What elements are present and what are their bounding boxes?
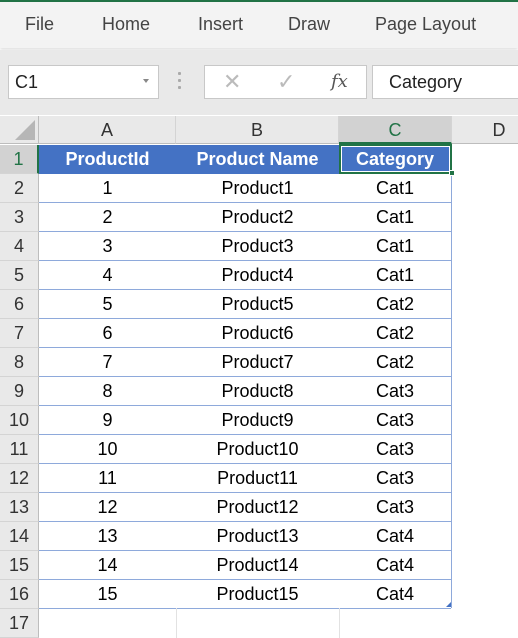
row-header-17[interactable]: 17 [0,609,39,638]
row-header-4[interactable]: 4 [0,232,39,261]
row-header-15[interactable]: 15 [0,551,39,580]
table-header-product-id[interactable]: ProductId [39,145,176,174]
row-header-5[interactable]: 5 [0,261,39,290]
row-header-3[interactable]: 3 [0,203,39,232]
cell-product-id[interactable]: 4 [39,261,176,290]
cell-category[interactable]: Cat3 [339,406,451,435]
tab-page-layout[interactable]: Page Layout [375,14,476,35]
cell-category[interactable]: Cat2 [339,348,451,377]
gridline [339,608,340,638]
tab-draw[interactable]: Draw [288,14,330,35]
row-header-10[interactable]: 10 [0,406,39,435]
chevron-down-icon[interactable] [143,79,149,83]
cell-product-id[interactable]: 12 [39,493,176,522]
drag-handle-icon[interactable] [178,72,182,94]
cell-product-id[interactable]: 7 [39,348,176,377]
row-header-2[interactable]: 2 [0,174,39,203]
table-header-category[interactable]: Category [339,145,451,174]
cell-product-name[interactable]: Product9 [176,406,339,435]
cell-product-id[interactable]: 5 [39,290,176,319]
gridline [176,608,177,638]
row-header-1[interactable]: 1 [0,145,39,174]
cell-category[interactable]: Cat3 [339,377,451,406]
row-header-8[interactable]: 8 [0,348,39,377]
cell-category[interactable]: Cat4 [339,580,451,609]
cell-product-name[interactable]: Product12 [176,493,339,522]
cell-category[interactable]: Cat1 [339,203,451,232]
table-border-right [451,145,452,608]
cell-product-name[interactable]: Product6 [176,319,339,348]
cell-category[interactable]: Cat3 [339,493,451,522]
cell-product-id[interactable]: 15 [39,580,176,609]
cell-category[interactable]: Cat2 [339,319,451,348]
row-header-9[interactable]: 9 [0,377,39,406]
formula-input-value: Category [389,72,463,92]
cell-product-id[interactable]: 14 [39,551,176,580]
cell-product-id[interactable]: 2 [39,203,176,232]
select-all-button[interactable] [0,116,39,144]
cell-category[interactable]: Cat1 [339,261,451,290]
cell-product-name[interactable]: Product15 [176,580,339,609]
row-header-6[interactable]: 6 [0,290,39,319]
cell-product-name[interactable]: Product10 [176,435,339,464]
table-resize-handle[interactable] [446,602,451,607]
cell-category[interactable]: Cat3 [339,435,451,464]
cell-product-name[interactable]: Product7 [176,348,339,377]
cell-product-name[interactable]: Product11 [176,464,339,493]
cell-product-name[interactable]: Product8 [176,377,339,406]
name-box[interactable]: C1 [8,65,159,99]
cell-category[interactable]: Cat1 [339,174,451,203]
spreadsheet-grid: A B C D 1 2 3 4 5 6 7 8 9 10 11 12 13 14 15 16 17 Product… [0,116,518,638]
cell-product-id[interactable]: 10 [39,435,176,464]
cell-product-name[interactable]: Product3 [176,232,339,261]
row-header-12[interactable]: 12 [0,464,39,493]
cell-product-name[interactable]: Product1 [176,174,339,203]
cell-product-id[interactable]: 6 [39,319,176,348]
row-header-16[interactable]: 16 [0,580,39,609]
table-header-product-name[interactable]: Product Name [176,145,339,174]
formula-buttons: ✕ ✓ fx [204,65,367,99]
cell-product-id[interactable]: 3 [39,232,176,261]
ribbon-tabs: File Home Insert Draw Page Layout [0,2,518,48]
cell-product-name[interactable]: Product14 [176,551,339,580]
cell-product-id[interactable]: 1 [39,174,176,203]
tab-file[interactable]: File [25,14,54,35]
column-header-b[interactable]: B [176,116,339,144]
row-header-14[interactable]: 14 [0,522,39,551]
cell-category[interactable]: Cat2 [339,290,451,319]
tab-home[interactable]: Home [102,14,150,35]
tab-insert[interactable]: Insert [198,14,243,35]
cell-category[interactable]: Cat1 [339,232,451,261]
row-header-13[interactable]: 13 [0,493,39,522]
row-header-11[interactable]: 11 [0,435,39,464]
row-header-7[interactable]: 7 [0,319,39,348]
insert-function-icon[interactable]: fx [331,71,348,92]
column-header-a[interactable]: A [39,116,176,144]
formula-input[interactable]: Category [372,65,518,99]
cell-product-name[interactable]: Product2 [176,203,339,232]
name-box-value: C1 [15,72,39,92]
cell-category[interactable]: Cat4 [339,551,451,580]
cell-category[interactable]: Cat4 [339,522,451,551]
column-header-c[interactable]: C [339,116,452,144]
cell-product-name[interactable]: Product5 [176,290,339,319]
cell-product-name[interactable]: Product4 [176,261,339,290]
select-all-triangle-icon [15,120,35,140]
cell-product-id[interactable]: 8 [39,377,176,406]
column-header-d[interactable]: D [452,116,518,144]
fill-handle[interactable] [449,170,455,176]
cell-product-id[interactable]: 13 [39,522,176,551]
cell-category[interactable]: Cat3 [339,464,451,493]
formula-bar: C1 ✕ ✓ fx Category [0,50,518,115]
check-icon[interactable]: ✓ [277,69,295,95]
cell-product-name[interactable]: Product13 [176,522,339,551]
cell-product-id[interactable]: 11 [39,464,176,493]
cancel-icon[interactable]: ✕ [223,69,241,95]
cell-product-id[interactable]: 9 [39,406,176,435]
